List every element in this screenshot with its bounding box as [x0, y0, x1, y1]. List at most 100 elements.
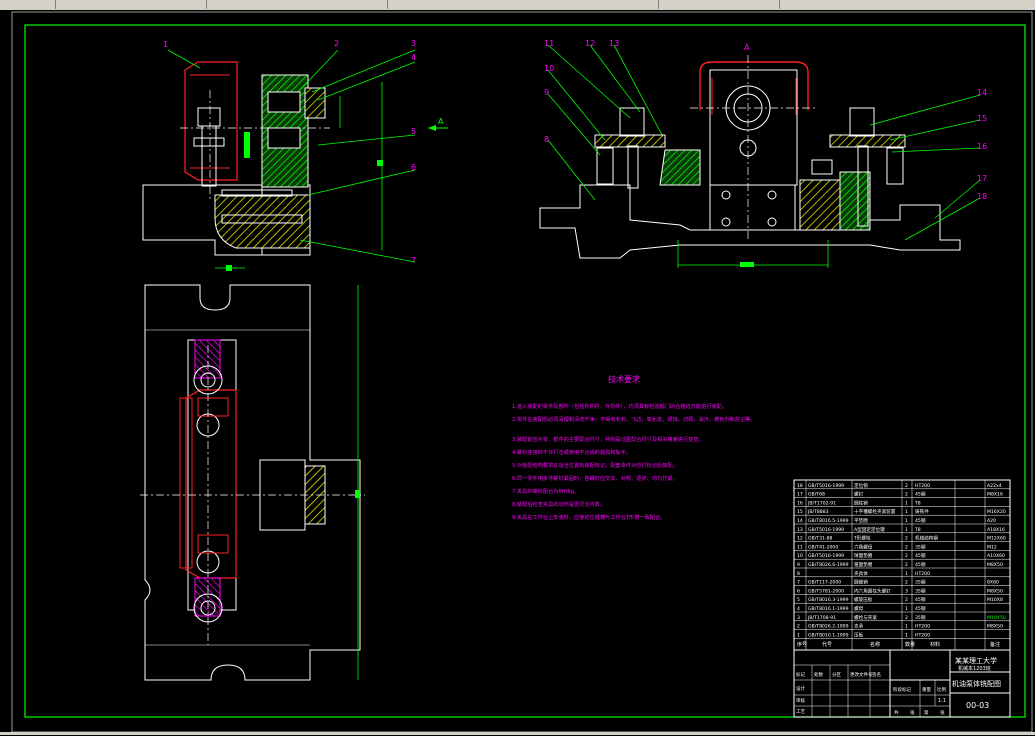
bom-cell-note: A18X16 [987, 527, 1005, 533]
sign-label: 处数 [814, 671, 823, 678]
bom-cell-no: 10 [797, 553, 803, 559]
bom-cell-qty: 1 [905, 527, 908, 533]
callout-16: 16 [977, 142, 987, 151]
bom-cell-name: 螺母 [854, 605, 864, 612]
tech-req-item: 4.螺钉连接时不许打击或使用不合适的旋具和扳手。 [512, 448, 631, 456]
bom-cell-name: 螺旋压板 [854, 596, 873, 603]
tech-req-item: 2.零件在装配前必须清理和清洗干净，不得有毛刺、飞边、氧化皮、锈蚀、切屑、油污、… [512, 415, 756, 423]
tech-req-item: 9.夹具在工作台上安装时，应使定位键槽与工作台T形槽一致配合。 [512, 513, 665, 521]
bom-cell-no: 9 [797, 562, 800, 568]
bom-header-qty: 数量 [905, 641, 915, 648]
bom-cell-note: A10X60 [987, 553, 1005, 559]
bom-cell-qty: 1 [905, 606, 908, 612]
sheet-label: 张 [940, 709, 945, 716]
bom-cell-mat: 35钢 [915, 543, 926, 550]
bom-cell-no: 18 [797, 483, 803, 489]
toolbar-segment[interactable] [0, 0, 56, 9]
stage-label: 阶段标记 [893, 686, 911, 693]
view-arrow-label: A [438, 117, 444, 126]
bom-rows: 18 GB/T5016-1999 定位销 2 HT200 A22x417 GB/T68 螺钉 2… [793, 480, 1011, 650]
sheet-inner-frame [24, 24, 1026, 718]
bom-cell-name: 圆柱销 [854, 499, 868, 506]
bom-cell-no: 3 [797, 615, 800, 621]
bom-cell-no: 15 [797, 509, 803, 515]
design-label: 工艺 [796, 709, 805, 715]
bom-cell-note: M10X50 [987, 615, 1006, 621]
cad-drawing-canvas[interactable]: A 1 2 3 4 5 6 7 A 11 12 13 10 9 8 14 15 … [0, 10, 1035, 733]
tech-req-item: 8.装配后检查夹具的动作是否灵活可靠。 [512, 500, 605, 508]
bom-cell-note: M12 [987, 544, 997, 550]
bom-header-no: 序号 [797, 641, 807, 648]
bom-cell-name: 夹具体 [854, 570, 868, 577]
bom-cell-code: JB/T1708-91 [807, 615, 836, 621]
bom-cell-code: GB/T5016-1999 [808, 553, 844, 559]
bom-cell-code: GB/T8016.5-1999 [808, 518, 849, 524]
tech-req-item: 1.进入装配的零件及部件（包括外购件、外协件），均须具有检验部门的合格证方能进行… [512, 402, 727, 410]
stage-label: 重量 [922, 686, 931, 693]
bom-header-note: 备注 [990, 641, 1000, 648]
front-view: A [142, 61, 448, 271]
sign-label: 标记 [796, 671, 805, 678]
callout-4: 4 [411, 53, 416, 62]
callout-14: 14 [977, 88, 987, 97]
bom-cell-code: GB/T117-2000 [808, 580, 841, 586]
bom-cell-code: GB/T8016.3-1999 [808, 597, 849, 603]
bom-cell-note: M8X50 [987, 624, 1003, 630]
bom-cell-qty: 2 [905, 615, 908, 621]
callout-15: 15 [977, 114, 987, 123]
callout-9: 9 [544, 88, 549, 97]
bom-cell-no: 16 [797, 500, 803, 506]
callout-1: 1 [163, 40, 168, 49]
bom-cell-note: A20 [987, 518, 996, 524]
callout-2: 2 [334, 39, 339, 48]
toolbar-segment[interactable] [659, 0, 780, 9]
bom-cell-code: JB/T1702-91 [807, 500, 836, 506]
callout-12: 12 [585, 39, 595, 48]
bom-cell-note: A22x4 [987, 483, 1002, 489]
bom-cell-qty: 1 [905, 500, 908, 506]
bom-cell-mat: 35钢 [915, 614, 926, 621]
bom-cell-note: M12X60 [987, 536, 1006, 542]
class-name: 机械本1203班 [958, 665, 991, 672]
bom-cell-qty: 2 [905, 553, 908, 559]
bom-cell-mat: 铸铁件 [915, 508, 929, 515]
bom-cell-name: 支承 [854, 623, 864, 630]
tech-requirements: 技术要求 1.进入装配的零件及部件（包括外购件、外协件），均须具有检验部门的合格… [512, 374, 756, 521]
toolbar-segment[interactable] [207, 0, 388, 9]
bom-cell-note: M16X20 [987, 509, 1006, 515]
bom-cell-code: JB/T8883 [807, 509, 829, 515]
bom-cell-note: M8X16 [987, 492, 1003, 498]
sign-label: 更改文件号 [850, 671, 873, 678]
bom-cell-note: 8X60 [987, 580, 999, 586]
bom-cell-mat: T8 [914, 500, 921, 506]
bom-cell-code: GB/T5781-2000 [808, 588, 844, 594]
toolbar-segment[interactable] [388, 0, 659, 9]
callout-6: 6 [411, 163, 416, 172]
title-block: 某某理工大学 机械本1203班 机油泵体铣配图 00-03 1:1 标记 处数 … [794, 649, 1010, 717]
bom-cell-code: GB/T8026.6-1999 [808, 562, 849, 568]
bom-cell-name: 压板 [854, 631, 864, 638]
bom-cell-code: GB/T8016.1-1999 [808, 606, 849, 612]
bom-cell-qty: 1 [905, 624, 908, 630]
bom-cell-name: 螺钉 [854, 491, 864, 498]
sign-label: 分区 [832, 671, 841, 678]
bom-cell-mat: HT200 [915, 624, 930, 630]
bom-cell-mat: 45钢 [915, 517, 926, 524]
bom-cell-qty: 2 [905, 492, 908, 498]
bom-cell-qty: 1 [905, 518, 908, 524]
toolbar-segment[interactable] [56, 0, 207, 9]
bom-cell-name: 圆锥销 [854, 579, 868, 586]
tech-req-item: 5.对装配结构要求在适当位置有装配标记，配套零件对应打标记后装配。 [512, 461, 678, 469]
scale-value: 1:1 [938, 698, 946, 704]
bom-cell-code: GB/T8026.2-1999 [808, 624, 849, 630]
tech-req-item: 3.装配前应对零、部件的主要配合尺寸，特别是过盈配合尺寸及相关精度进行复查。 [512, 435, 704, 443]
bom-header-mat: 材料 [930, 641, 940, 648]
bom-cell-mat: T8 [914, 527, 921, 533]
bom-cell-qty: 2 [905, 562, 908, 568]
bom-cell-no: 13 [797, 527, 803, 533]
bom-cell-qty: 1 [905, 632, 908, 638]
bom-cell-qty: 2 [905, 597, 908, 603]
callout-18: 18 [977, 192, 987, 201]
bom-cell-no: 14 [797, 518, 803, 524]
sheet-label: 共 [894, 709, 899, 716]
